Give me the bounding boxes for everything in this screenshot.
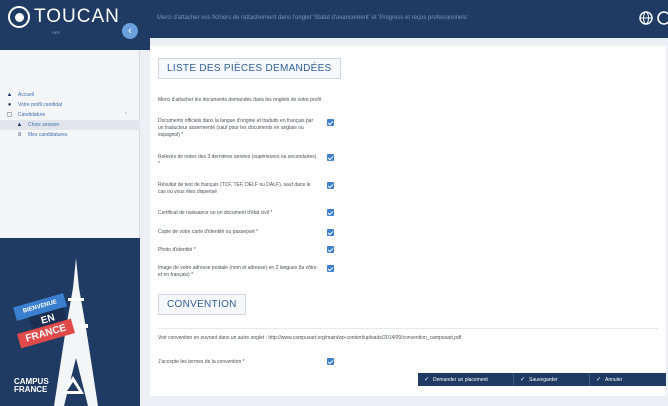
sidebar-item-label: Mes candidatures — [28, 132, 68, 138]
toucan-logo: TOUCAN HEP ‹ — [0, 0, 150, 50]
sidebar-item-accueil[interactable]: ▲ Accueil — [0, 90, 140, 100]
document-checkbox[interactable] — [327, 182, 334, 189]
cancel-button[interactable]: ✓ Annuler — [590, 373, 666, 386]
document-label: Copie de votre carte d'identité ou passe… — [158, 229, 258, 235]
pieces-intro: Merci d'attacher les documents demandés … — [158, 97, 321, 103]
sidebar-item-mes-candidatures[interactable]: ≡ Mes candidatures — [0, 130, 140, 140]
document-checkbox[interactable] — [327, 229, 334, 236]
sidebar-item-label: Choix session — [28, 122, 60, 128]
document-checkbox[interactable] — [327, 246, 334, 253]
user-menu-icon[interactable] — [657, 11, 668, 25]
document-label: Photo d'identité * — [158, 247, 196, 253]
convention-link-text[interactable]: Voir convention en ouvrant dans un autre… — [158, 335, 461, 341]
sidebar-menu: ▲ Accueil ● Votre profil candidat ▢ Cand… — [0, 90, 140, 140]
campus-france-logo: CAMPUS FRANCE — [14, 378, 49, 394]
sidebar-item-label: Accueil — [18, 92, 35, 98]
accept-convention-label: J'accepte les termes de la convention * — [158, 359, 245, 365]
document-label: Certificat de naissance ou un document d… — [158, 210, 273, 216]
promo-banner: BIENVENUE EN FRANCE CAMPUS FRANCE — [0, 238, 140, 406]
document-checkbox[interactable] — [327, 209, 334, 216]
sidebar-item-label: Votre profil candidat — [18, 102, 63, 108]
document-label: Documents officiels dans la langue d'ori… — [158, 118, 314, 138]
accept-convention-checkbox[interactable] — [327, 358, 334, 365]
document-checkbox[interactable] — [327, 119, 334, 126]
globe-icon[interactable] — [639, 11, 653, 25]
document-checkbox[interactable] — [327, 154, 334, 161]
header-subtitle: Merci d'attacher vos fichiers de rattach… — [157, 15, 468, 21]
convention-section-title: CONVENTION — [158, 294, 246, 315]
app-window: Merci d'attacher vos fichiers de rattach… — [0, 0, 668, 406]
document-label: Résultat de test de français (TCF, TEF, … — [158, 182, 311, 195]
tower-icon: ▲ — [16, 121, 23, 128]
main-content: LISTE DES PIÈCES DEMANDÉES Merci d'attac… — [150, 46, 666, 396]
logo-text: TOUCAN — [34, 6, 120, 27]
sidebar-item-choix-session[interactable]: ▲ Choix session — [0, 120, 140, 130]
document-label: Relevés de notes des 3 dernières années … — [158, 154, 317, 167]
document-checkbox[interactable] — [327, 265, 334, 272]
cancel-label: Annuler — [605, 376, 623, 383]
check-icon: ✓ — [424, 377, 430, 383]
check-icon: ✓ — [596, 377, 602, 383]
campus-logo-line2: FRANCE — [14, 385, 48, 394]
action-bar: ✓ Demander un placement ✓ Sauvegarder ✓ … — [418, 373, 666, 386]
sidebar-item-candidature[interactable]: ▢ Candidature ⌃ — [0, 110, 140, 120]
sidebar-item-label: Candidature — [18, 112, 46, 118]
list-icon: ≡ — [17, 131, 22, 138]
save-button[interactable]: ✓ Sauvegarder — [514, 373, 590, 386]
campus-france-triangle-icon — [62, 376, 84, 394]
sidebar-item-profil[interactable]: ● Votre profil candidat — [0, 100, 140, 110]
divider — [158, 328, 658, 329]
check-icon: ✓ — [520, 377, 526, 383]
toucan-logo-icon — [8, 6, 30, 28]
sidebar: ▲ Accueil ● Votre profil candidat ▢ Cand… — [0, 38, 140, 406]
sidebar-collapse-button[interactable]: ‹ — [122, 23, 138, 39]
pieces-section-title: LISTE DES PIÈCES DEMANDÉES — [158, 58, 341, 79]
request-placement-label: Demander un placement — [433, 376, 488, 383]
save-label: Sauvegarder — [529, 376, 558, 383]
logo-subtext: HEP — [52, 30, 61, 35]
home-icon: ▲ — [6, 91, 13, 98]
user-icon: ● — [7, 101, 12, 108]
document-label: Image de votre adresse postale (nom et a… — [158, 265, 317, 278]
chevron-up-icon: ⌃ — [123, 112, 128, 118]
request-placement-button[interactable]: ✓ Demander un placement — [418, 373, 514, 386]
document-icon: ▢ — [6, 111, 13, 118]
